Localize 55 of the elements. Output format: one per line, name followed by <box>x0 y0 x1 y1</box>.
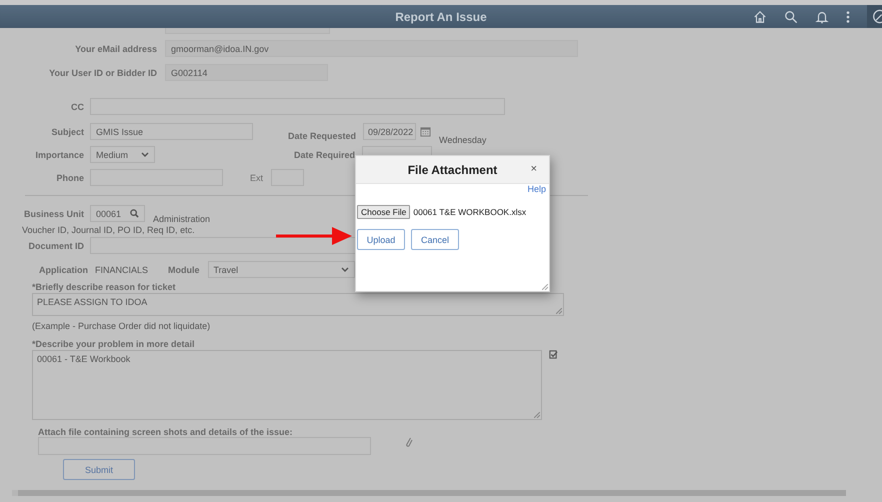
circle-slash-icon[interactable] <box>872 9 882 24</box>
hint-text: Voucher ID, Journal ID, PO ID, Req ID, etc. <box>22 225 196 236</box>
more-icon[interactable] <box>846 10 850 24</box>
field-label: CC <box>70 102 84 112</box>
submit-button[interactable]: Submit <box>63 459 135 480</box>
module-select[interactable]: Travel <box>208 261 355 278</box>
upload-button[interactable]: Upload <box>357 229 405 250</box>
reason-field[interactable]: PLEASE ASSIGN TO IDOA <box>32 293 564 316</box>
business-unit-field[interactable]: 00061 <box>90 205 145 222</box>
paperclip-icon[interactable] <box>405 436 413 448</box>
importance-select[interactable]: Medium <box>90 146 155 163</box>
email-field[interactable]: gmoorman@idoa.IN.gov <box>165 40 578 57</box>
user-id-field[interactable]: G002114 <box>165 64 328 81</box>
weekday-text: Wednesday <box>439 134 486 144</box>
resize-grip-icon[interactable] <box>556 308 562 314</box>
field-label: Subject <box>50 126 84 136</box>
application-value: FINANCIALS <box>95 264 148 274</box>
field-label: Module <box>168 264 200 274</box>
field-label: *Briefly describe reason for ticket <box>32 282 176 292</box>
field-label: Application <box>38 264 88 274</box>
bell-icon[interactable] <box>815 10 829 24</box>
field-label: Ext <box>250 172 264 182</box>
edit-check-icon[interactable] <box>549 350 558 359</box>
dialog-title: File Attachment <box>408 162 498 176</box>
resize-grip-icon[interactable] <box>542 284 548 290</box>
business-unit-description: Administration <box>153 214 210 224</box>
input-field[interactable] <box>165 28 330 34</box>
close-button[interactable]: × <box>530 163 537 175</box>
page-title: Report An Issue <box>395 10 487 24</box>
detail-field[interactable]: 00061 - T&E Workbook <box>32 350 542 420</box>
field-label: Phone <box>55 172 84 182</box>
calendar-icon[interactable] <box>420 126 432 137</box>
field-label: Your User ID or Bidder ID <box>48 68 157 78</box>
field-label: Your eMail address <box>74 44 157 54</box>
example-text: (Example - Purchase Order did not liquidate) <box>32 321 210 331</box>
chevron-icon <box>141 152 149 157</box>
field-label: *Describe your problem in more detail <box>32 339 195 349</box>
field-label: Date Requested <box>288 130 356 140</box>
field-label: Date Required <box>294 150 356 160</box>
search-icon[interactable] <box>130 209 139 218</box>
field-label: Importance <box>34 150 84 160</box>
field-label: Business Unit <box>22 208 84 218</box>
help-link[interactable]: Help <box>527 184 546 196</box>
resize-grip-icon[interactable] <box>534 412 540 418</box>
subject-field[interactable]: GMIS Issue <box>90 123 253 140</box>
home-icon[interactable] <box>753 10 767 24</box>
date-field[interactable]: 09/28/2022 <box>363 123 416 140</box>
horizontal-scrollbar[interactable] <box>12 490 846 496</box>
choose-file-button[interactable]: Choose File <box>357 205 410 219</box>
chevron-icon <box>340 267 349 272</box>
cancel-button[interactable]: Cancel <box>411 229 459 250</box>
field-label: Document ID <box>27 240 84 250</box>
file-name: 00061 T&E WORKBOOK.xlsx <box>413 207 526 217</box>
field-label: Attach file containing screen shots and details of the issue: <box>38 427 293 437</box>
search-icon[interactable] <box>784 10 798 24</box>
